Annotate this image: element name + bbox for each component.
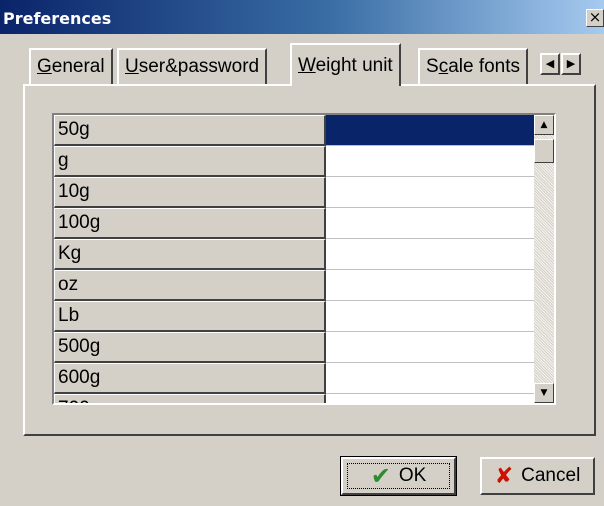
- tab-general-label: eneral: [51, 56, 105, 77]
- weight-unit-grid[interactable]: 50gg10g100gKgozLb500g600g700g ▲ ▼: [52, 113, 556, 405]
- unit-value-cell[interactable]: [326, 270, 534, 301]
- table-row[interactable]: 500g: [54, 332, 534, 363]
- unit-label-cell: 50g: [54, 115, 326, 146]
- unit-value-cell[interactable]: [326, 208, 534, 239]
- tab-general-accel: G: [37, 56, 52, 77]
- unit-value-cell[interactable]: [326, 363, 534, 394]
- table-row[interactable]: Lb: [54, 301, 534, 332]
- unit-label-cell: oz: [54, 270, 326, 301]
- tab-user-password[interactable]: User&password: [117, 48, 268, 84]
- tab-general[interactable]: General: [29, 48, 113, 84]
- unit-label-cell: Kg: [54, 239, 326, 270]
- vertical-scrollbar[interactable]: ▲ ▼: [534, 115, 554, 403]
- ok-button[interactable]: ✔ OK: [340, 456, 457, 496]
- weight-unit-rows: 50gg10g100gKgozLb500g600g700g: [54, 115, 534, 403]
- unit-label-cell: 10g: [54, 177, 326, 208]
- focus-rect: [347, 463, 450, 489]
- scroll-down-button[interactable]: ▼: [534, 383, 554, 403]
- arrow-down-icon: ▼: [540, 388, 548, 398]
- tab-weight-unit-label: eight unit: [315, 55, 393, 76]
- cancel-button[interactable]: ✘ Cancel: [480, 457, 595, 495]
- arrow-up-icon: ▲: [540, 120, 548, 130]
- unit-value-cell[interactable]: [326, 394, 534, 403]
- table-row[interactable]: Kg: [54, 239, 534, 270]
- tab-scale-fonts-accel: c: [438, 56, 449, 77]
- cancel-label: Cancel: [521, 465, 581, 486]
- tab-weight-unit[interactable]: Weight unit: [290, 43, 401, 86]
- scroll-thumb[interactable]: [534, 139, 554, 163]
- window-title: Preferences: [3, 9, 112, 28]
- arrow-right-icon: ▶: [566, 57, 576, 70]
- close-icon: ×: [588, 8, 602, 26]
- unit-value-cell[interactable]: [326, 301, 534, 332]
- unit-label-cell: 500g: [54, 332, 326, 363]
- x-icon: ✘: [494, 463, 514, 489]
- unit-label-cell: g: [54, 146, 326, 177]
- table-row[interactable]: g: [54, 146, 534, 177]
- arrow-left-icon: ◀: [545, 57, 555, 70]
- close-button[interactable]: ×: [586, 9, 604, 27]
- table-row[interactable]: 50g: [54, 115, 534, 146]
- tab-scale-fonts[interactable]: Scale fonts: [418, 48, 529, 84]
- unit-value-cell[interactable]: [326, 146, 534, 177]
- unit-label-cell: 700g: [54, 394, 326, 403]
- tab-user-password-label: ser&password: [138, 56, 260, 77]
- table-row[interactable]: 100g: [54, 208, 534, 239]
- title-bar[interactable]: Preferences ×: [0, 0, 604, 34]
- table-row[interactable]: 600g: [54, 363, 534, 394]
- unit-value-cell[interactable]: [326, 239, 534, 270]
- tab-scale-fonts-pre: S: [426, 56, 439, 77]
- tab-weight-unit-accel: W: [298, 55, 316, 76]
- unit-value-cell[interactable]: [326, 177, 534, 208]
- scroll-up-button[interactable]: ▲: [534, 115, 554, 135]
- tab-scale-fonts-label: ale fonts: [448, 56, 521, 77]
- table-row[interactable]: oz: [54, 270, 534, 301]
- unit-label-cell: Lb: [54, 301, 326, 332]
- table-row[interactable]: 700g: [54, 394, 534, 403]
- tab-scroll-right-button[interactable]: ▶: [561, 53, 581, 75]
- table-row[interactable]: 10g: [54, 177, 534, 208]
- unit-label-cell: 100g: [54, 208, 326, 239]
- unit-label-cell: 600g: [54, 363, 326, 394]
- unit-value-cell[interactable]: [326, 115, 534, 146]
- tab-scroll-left-button[interactable]: ◀: [540, 53, 560, 75]
- unit-value-cell[interactable]: [326, 332, 534, 363]
- tab-user-password-accel: U: [125, 56, 139, 77]
